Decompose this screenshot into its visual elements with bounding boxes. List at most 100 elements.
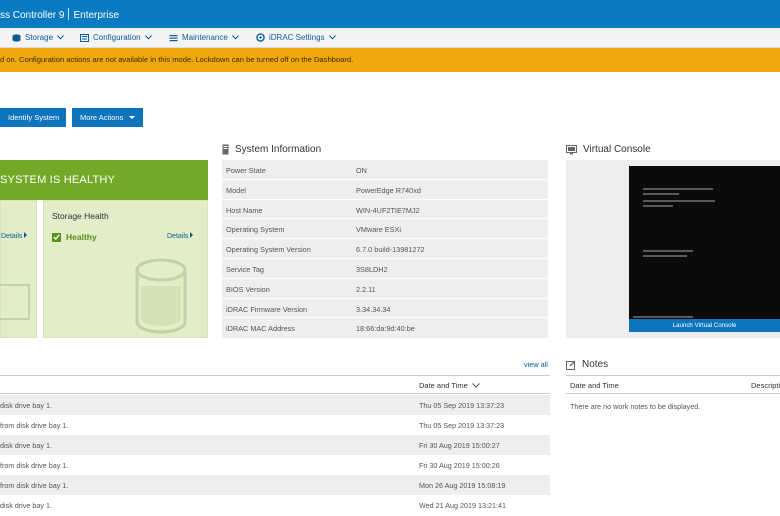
title-separator: [68, 8, 70, 20]
monitor-icon: [566, 144, 577, 154]
storage-health-text: Healthy: [66, 232, 97, 242]
table-row: iDRAC Firmware Version 3.34.34.34: [222, 299, 548, 319]
table-row: Operating System VMware ESXi: [222, 219, 548, 240]
system-information-heading: System Information: [222, 144, 321, 155]
lockdown-banner-text: d on. Configuration actions are not avai…: [0, 55, 354, 64]
log-date: Thu 05 Sep 2019 13:37:23: [419, 401, 505, 410]
more-actions-button[interactable]: More Actions: [72, 108, 143, 127]
virtual-console-panel: Launch Virtual Console: [566, 160, 780, 338]
top-bar: ss Controller 9 Enterprise: [0, 0, 780, 28]
row-key: iDRAC MAC Address: [226, 324, 295, 334]
notes-date-column[interactable]: Date and Time: [570, 381, 619, 390]
console-text-line: [643, 200, 715, 202]
virtual-console-preview[interactable]: [629, 166, 780, 326]
product-edition: Enterprise: [73, 10, 120, 21]
table-row: Power State ON: [222, 160, 548, 180]
storage-health-card: Storage Health Healthy Details: [43, 200, 208, 338]
row-key: Model: [226, 185, 246, 195]
table-row: disk drive bay 1. Thu 05 Sep 2019 13:37:2…: [0, 395, 550, 415]
log-message: disk drive bay 1.: [0, 501, 52, 510]
system-information-title: System Information: [235, 144, 322, 155]
virtual-console-heading: Virtual Console: [566, 144, 651, 155]
system-health-status: SYSTEM IS HEALTHY: [0, 174, 116, 186]
row-value: ON: [356, 166, 367, 175]
table-row: Host Name WIN-4UF2TIE7MJ2: [222, 200, 548, 220]
date-time-column-label: Date and Time: [419, 381, 468, 390]
table-row: Service Tag 3S8LDH2: [222, 259, 548, 279]
row-value: 3.34.34.34: [356, 304, 391, 314]
row-key: Operating System Version: [226, 245, 311, 255]
server-icon: [222, 144, 229, 155]
storage-health-title: Storage Health: [52, 211, 109, 221]
table-row: disk drive bay 1. Fri 30 Aug 2019 15:00:2…: [0, 435, 550, 455]
nav-storage[interactable]: Storage: [12, 33, 64, 42]
product-name: ss Controller 9: [0, 10, 65, 21]
row-key: Host Name: [226, 205, 263, 215]
log-message: disk drive bay 1.: [0, 441, 52, 450]
nav-configuration-label: Configuration: [93, 33, 141, 42]
log-message: from disk drive bay 1.: [0, 421, 69, 430]
row-key: Operating System: [226, 225, 285, 235]
row-value: 18:66:da:9d:40:be: [356, 324, 415, 334]
row-key: BIOS Version: [226, 284, 270, 294]
table-row: from disk drive bay 1. Mon 26 Aug 2019 15…: [0, 475, 550, 495]
notes-description-column[interactable]: Descripti: [751, 381, 780, 390]
details-link-left[interactable]: Details: [1, 232, 27, 240]
row-key: Power State: [226, 166, 266, 175]
table-row: from disk drive bay 1. Thu 05 Sep 2019 13…: [0, 415, 550, 435]
chevron-down-icon: [231, 35, 239, 40]
identify-system-label: Identify System: [8, 113, 60, 122]
maintenance-icon: [169, 34, 178, 41]
console-text-line: [643, 205, 673, 207]
configuration-icon: [80, 33, 89, 42]
log-message: from disk drive bay 1.: [0, 481, 69, 490]
system-information-table: Power State ON Model PowerEdge R740xd Host…: [222, 160, 548, 338]
storage-details-link[interactable]: Details: [167, 232, 193, 240]
nav-maintenance[interactable]: Maintenance: [169, 33, 239, 42]
notes-empty-message: There are no work notes to be displayed.: [570, 402, 701, 411]
nav-maintenance-label: Maintenance: [182, 33, 228, 42]
caret-down-icon: [129, 116, 136, 119]
row-value: PowerEdge R740xd: [356, 185, 421, 195]
row-value: VMware ESXi: [356, 225, 402, 235]
table-row: from disk drive bay 1. Fri 30 Aug 2019 15…: [0, 455, 550, 475]
nav-idrac-settings[interactable]: iDRAC Settings: [256, 33, 336, 42]
console-text-line: [643, 250, 693, 252]
identify-system-button[interactable]: Identify System: [0, 108, 66, 127]
table-row: BIOS Version 2.2.11: [222, 279, 548, 299]
row-value: 2.2.11: [356, 284, 376, 294]
storage-disk-icon: [135, 258, 187, 334]
log-table-header: Date and Time: [0, 375, 550, 394]
console-text-line: [643, 193, 679, 195]
lockdown-banner: d on. Configuration actions are not avai…: [0, 48, 780, 72]
table-row: Operating System Version 6.7.0 build-1398…: [222, 239, 548, 259]
notes-title: Notes: [582, 359, 609, 370]
nav-configuration[interactable]: Configuration: [80, 33, 152, 42]
system-health-banner: SYSTEM IS HEALTHY: [0, 160, 208, 200]
virtual-console-title: Virtual Console: [583, 144, 651, 155]
launch-virtual-console-button[interactable]: Launch Virtual Console: [629, 319, 780, 332]
chevron-down-icon: [57, 35, 64, 40]
chevron-down-icon: [144, 35, 152, 40]
row-value: WIN-4UF2TIE7MJ2: [356, 205, 420, 215]
more-actions-label: More Actions: [80, 113, 124, 122]
chevron-down-icon: [471, 383, 480, 388]
log-date: Mon 26 Aug 2019 15:08:19: [419, 481, 506, 490]
log-date: Fri 30 Aug 2019 15:00:27: [419, 441, 500, 450]
log-message: disk drive bay 1.: [0, 401, 52, 410]
health-card-left: Details: [0, 200, 37, 338]
check-icon: [52, 232, 61, 242]
log-date: Wed 21 Aug 2019 13:21:41: [419, 501, 506, 510]
row-value: 6.7.0 build-13981272: [356, 245, 425, 255]
nav-storage-label: Storage: [25, 33, 54, 42]
edit-note-icon: [566, 360, 576, 370]
table-row: disk drive bay 1. Wed 21 Aug 2019 13:21:4…: [0, 495, 550, 515]
chevron-down-icon: [328, 35, 336, 40]
view-all-link[interactable]: view all: [524, 360, 548, 369]
console-text-line: [633, 316, 693, 318]
row-key: Service Tag: [226, 265, 264, 274]
notes-heading: Notes: [566, 359, 608, 370]
nav-idrac-settings-label: iDRAC Settings: [269, 33, 325, 42]
storage-health-status: Healthy: [52, 232, 97, 242]
date-time-column-header[interactable]: Date and Time: [419, 381, 480, 390]
